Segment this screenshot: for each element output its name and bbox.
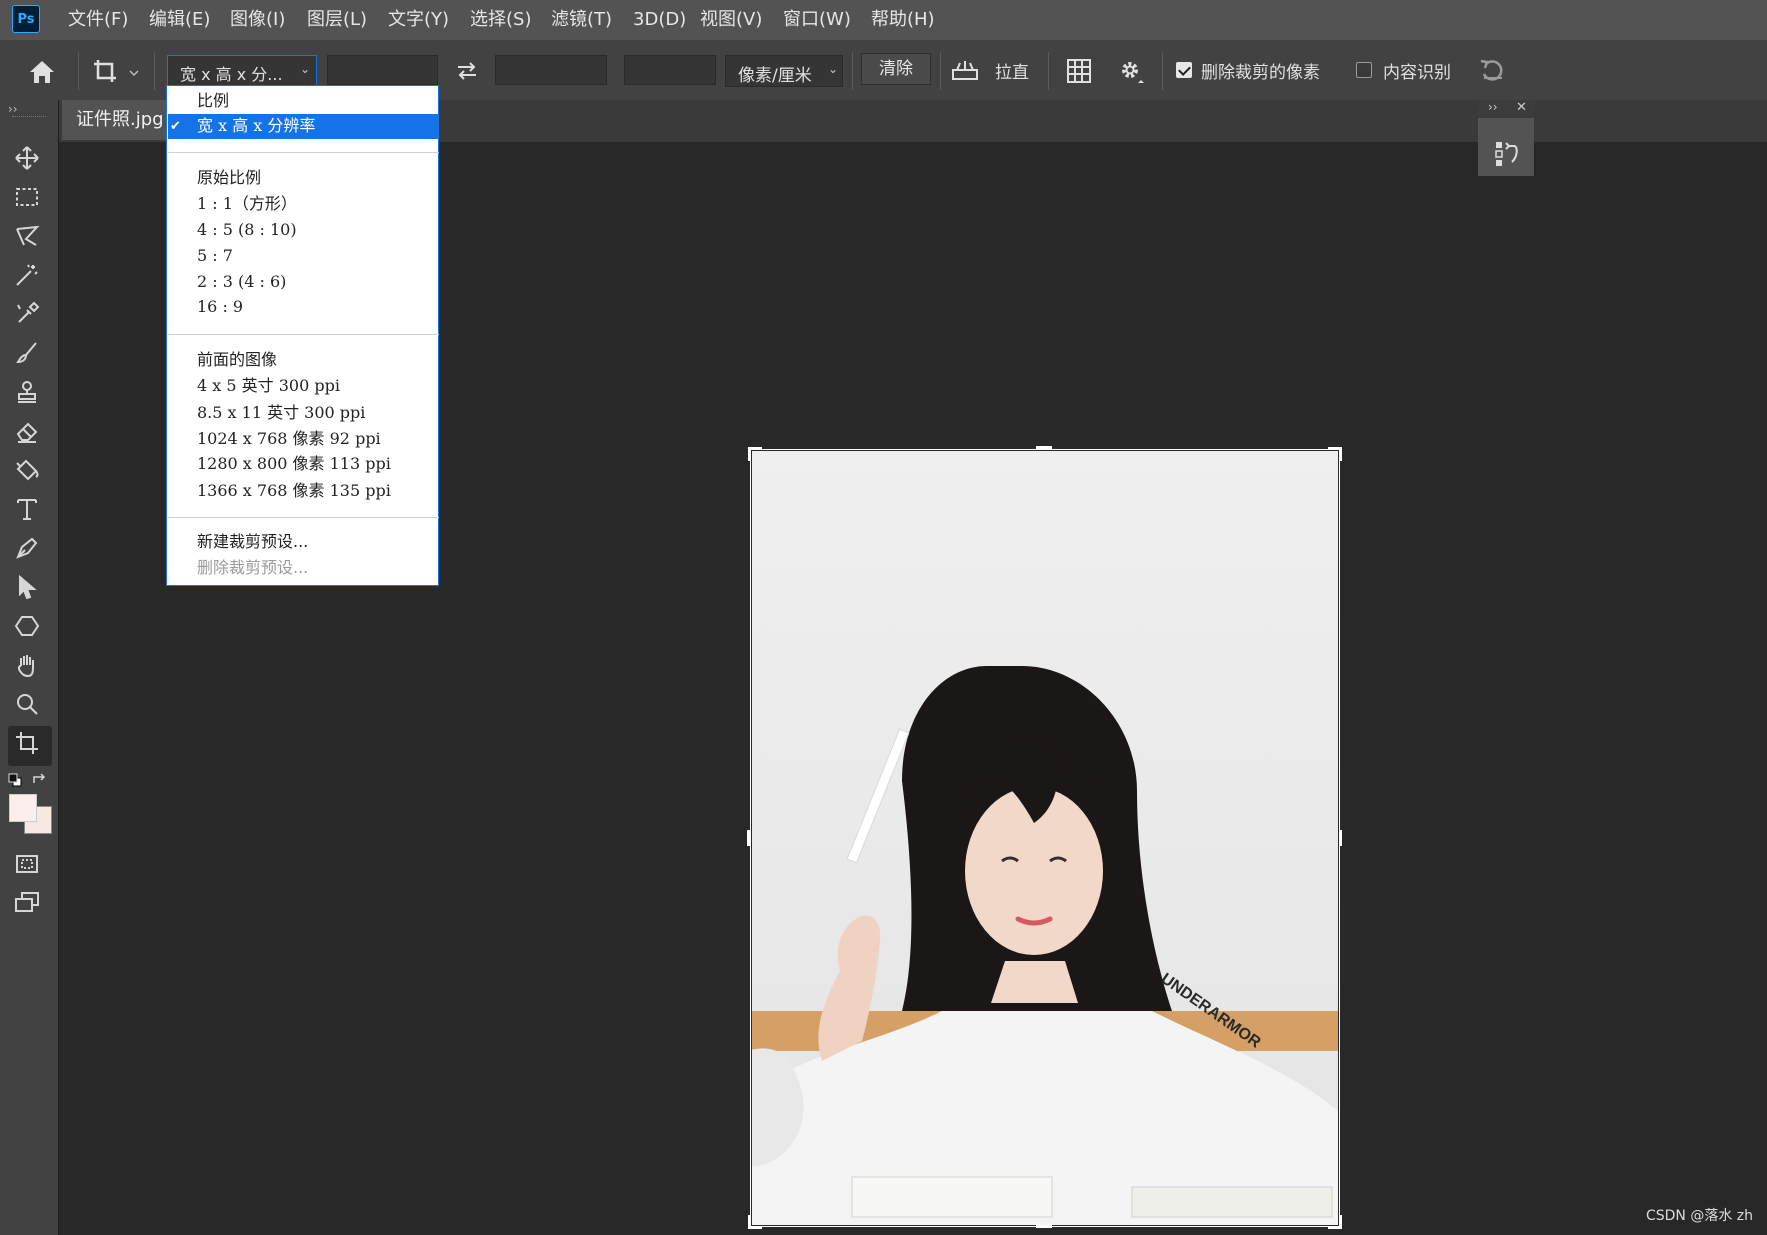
height-field[interactable] [495, 55, 607, 85]
crop-handle-right[interactable] [1339, 830, 1342, 846]
quick-mask-icon[interactable] [14, 851, 46, 883]
crop-handle-top[interactable] [1036, 446, 1052, 449]
crop-preset-dropdown: 比例 ✔ 宽 x 高 x 分辨率 原始比例 1 : 1（方形） 4 : 5 (8… [166, 85, 439, 586]
reset-icon[interactable] [1478, 56, 1508, 86]
menu-edit[interactable]: 编辑(E) [149, 0, 210, 40]
crop-handle-top-left[interactable] [748, 447, 762, 461]
menu-filter[interactable]: 滤镜(T) [551, 0, 612, 40]
clear-button[interactable]: 清除 [861, 53, 931, 85]
watermark: CSDN @落水 zh [1645, 1208, 1753, 1224]
path-selection-tool-icon[interactable] [14, 574, 46, 606]
pen-tool-icon[interactable] [14, 535, 46, 567]
dropdown-item-1024x768[interactable]: 1024 x 768 像素 92 ppi [197, 426, 381, 452]
crop-tool-preset-icon[interactable] [90, 56, 140, 88]
crop-handle-bottom-left[interactable] [748, 1215, 762, 1229]
collapse-icon[interactable]: ›› [8, 102, 18, 116]
menu-bar: Ps 文件(F) 编辑(E) 图像(I) 图层(L) 文字(Y) 选择(S) 滤… [0, 0, 1767, 40]
menu-window[interactable]: 窗口(W) [783, 0, 851, 40]
magic-wand-tool-icon[interactable] [14, 262, 46, 294]
straighten-icon[interactable] [950, 56, 980, 84]
clone-stamp-tool-icon[interactable] [14, 379, 46, 411]
swap-icon[interactable] [454, 58, 480, 84]
delete-cropped-checkbox[interactable] [1176, 62, 1192, 78]
menu-3d[interactable]: 3D(D) [633, 0, 686, 40]
dropdown-separator [168, 334, 439, 335]
swap-colors-icon[interactable] [32, 772, 48, 786]
type-tool-icon[interactable] [14, 496, 46, 528]
eraser-tool-icon[interactable] [14, 418, 46, 450]
close-icon[interactable]: ✕ [1516, 100, 1527, 115]
crop-handle-top-right[interactable] [1328, 447, 1342, 461]
lasso-tool-icon[interactable] [14, 223, 46, 255]
crop-box[interactable] [750, 449, 1340, 1227]
menu-view[interactable]: 视图(V) [700, 0, 762, 40]
preset-select[interactable]: 宽 x 高 x 分... ⌄ [167, 55, 317, 87]
dropdown-item-4-5[interactable]: 4 : 5 (8 : 10) [197, 217, 297, 243]
zoom-tool-icon[interactable] [14, 691, 46, 723]
content-aware-checkbox[interactable] [1356, 62, 1372, 78]
default-colors-icon[interactable] [8, 772, 22, 787]
dropdown-item-1280x800[interactable]: 1280 x 800 像素 113 ppi [197, 451, 391, 477]
menu-file[interactable]: 文件(F) [68, 0, 128, 40]
menu-help[interactable]: 帮助(H) [871, 0, 935, 40]
expand-panels-icon[interactable]: ›› [1488, 100, 1498, 114]
dropdown-item-delete-preset: 删除裁剪预设... [197, 558, 309, 577]
hand-tool-icon[interactable] [14, 652, 46, 684]
dropdown-item-1-1[interactable]: 1 : 1（方形） [197, 191, 297, 217]
unit-select[interactable]: 像素/厘米 ⌄ [725, 55, 843, 87]
shape-tool-icon[interactable] [14, 613, 46, 645]
history-panel-icon[interactable] [1494, 138, 1520, 168]
chevron-down-icon: ⌄ [300, 62, 311, 76]
straighten-label[interactable]: 拉直 [995, 58, 1029, 83]
dropdown-item-4x5-in[interactable]: 4 x 5 英寸 300 ppi [197, 373, 340, 399]
checkmark-icon: ✔ [170, 119, 181, 134]
dropdown-item-ratio[interactable]: 比例 [197, 88, 229, 114]
dropdown-item-new-preset[interactable]: 新建裁剪预设... [197, 529, 308, 555]
move-tool-icon[interactable] [14, 145, 46, 177]
dropdown-item-2-3[interactable]: 2 : 3 (4 : 6) [197, 269, 286, 295]
dropdown-item-8-5x11-in[interactable]: 8.5 x 11 英寸 300 ppi [197, 400, 365, 426]
photoshop-logo: Ps [12, 5, 40, 33]
menu-select[interactable]: 选择(S) [470, 0, 531, 40]
crop-handle-bottom[interactable] [1036, 1225, 1052, 1228]
menu-image[interactable]: 图像(I) [230, 0, 285, 40]
grid-overlay-icon[interactable] [1064, 56, 1094, 86]
foreground-color-swatch[interactable] [9, 794, 37, 822]
screen-mode-icon[interactable] [14, 890, 46, 922]
crop-tool-icon[interactable] [14, 730, 46, 762]
dropdown-separator [168, 517, 439, 518]
dropdown-item-wxhxres[interactable]: 宽 x 高 x 分辨率 [197, 113, 315, 139]
gear-icon[interactable] [1116, 56, 1146, 86]
home-icon[interactable] [26, 56, 58, 88]
paint-bucket-tool-icon[interactable] [14, 457, 46, 489]
dropdown-item-front-image[interactable]: 前面的图像 [197, 347, 277, 373]
dropdown-item-5-7[interactable]: 5 : 7 [197, 243, 233, 269]
dropdown-separator [168, 152, 439, 153]
menu-type[interactable]: 文字(Y) [388, 0, 449, 40]
menu-layer[interactable]: 图层(L) [307, 0, 367, 40]
resolution-field[interactable] [624, 55, 716, 85]
delete-cropped-label: 删除裁剪的像素 [1201, 63, 1320, 83]
crop-handle-left[interactable] [747, 830, 750, 846]
toolbar-grip[interactable] [12, 116, 46, 119]
content-aware-label: 内容识别 [1383, 63, 1451, 83]
width-field[interactable] [327, 55, 438, 85]
chevron-down-icon: ⌄ [828, 62, 839, 76]
document-tab[interactable]: 证件照.jpg [62, 100, 172, 140]
dropdown-item-1366x768[interactable]: 1366 x 768 像素 135 ppi [197, 478, 391, 504]
marquee-tool-icon[interactable] [14, 184, 46, 216]
eyedropper-tool-icon[interactable] [14, 301, 46, 333]
mini-panel-header: ›› ✕ [1478, 100, 1534, 118]
dropdown-item-16-9[interactable]: 16 : 9 [197, 294, 243, 320]
brush-tool-icon[interactable] [14, 340, 46, 372]
crop-handle-bottom-right[interactable] [1328, 1215, 1342, 1229]
dropdown-item-original-ratio[interactable]: 原始比例 [197, 165, 261, 191]
